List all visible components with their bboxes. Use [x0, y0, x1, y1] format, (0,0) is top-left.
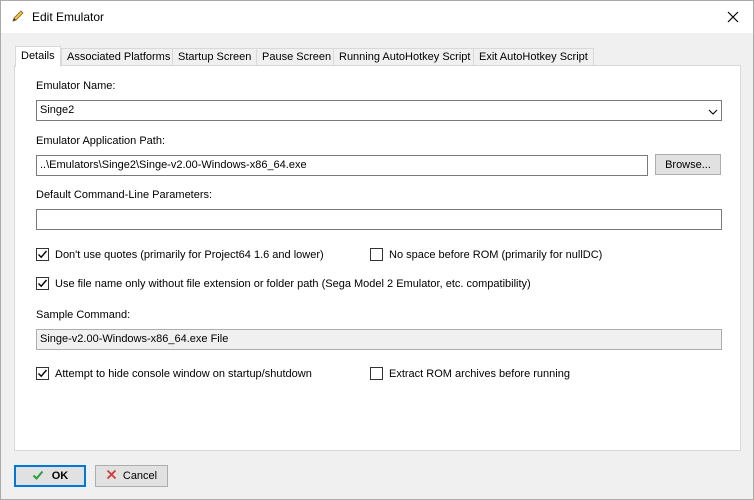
- tab-exit-autohotkey-script[interactable]: Exit AutoHotkey Script: [473, 48, 594, 66]
- checkmark-icon: [32, 469, 44, 484]
- title-bar[interactable]: Edit Emulator: [1, 1, 753, 33]
- tab-associated-platforms[interactable]: Associated Platforms: [61, 48, 177, 66]
- red-x-icon: [106, 469, 117, 483]
- extract-rom-checkbox[interactable]: Extract ROM archives before running: [370, 367, 570, 380]
- checkbox-box[interactable]: [36, 367, 49, 380]
- details-panel: Emulator Name: Singe2 Emulator Applicati…: [14, 65, 741, 451]
- checkbox-box[interactable]: [370, 248, 383, 261]
- pencil-icon: [11, 9, 25, 23]
- app-path-value: ..\Emulators\Singe2\Singe-v2.00-Windows-…: [40, 159, 307, 171]
- cancel-label: Cancel: [122, 470, 158, 482]
- sample-command-label: Sample Command:: [36, 309, 131, 321]
- tab-running-autohotkey-script[interactable]: Running AutoHotkey Script: [333, 48, 477, 66]
- edit-emulator-dialog: Edit Emulator Details Associated Platfor…: [0, 0, 754, 500]
- browse-button[interactable]: Browse...: [655, 154, 721, 175]
- window-title: Edit Emulator: [32, 10, 105, 24]
- cancel-button[interactable]: Cancel: [95, 465, 168, 487]
- emulator-name-value: Singe2: [40, 104, 75, 116]
- checkbox-box[interactable]: [36, 277, 49, 290]
- filename-only-checkbox[interactable]: Use file name only without file extensio…: [36, 277, 531, 290]
- params-label: Default Command-Line Parameters:: [36, 189, 213, 201]
- hide-console-label: Attempt to hide console window on startu…: [55, 367, 312, 380]
- emulator-name-label: Emulator Name:: [36, 80, 116, 92]
- no-space-checkbox[interactable]: No space before ROM (primarily for nullD…: [370, 248, 602, 261]
- checkbox-box[interactable]: [370, 367, 383, 380]
- extract-rom-label: Extract ROM archives before running: [389, 367, 570, 380]
- close-icon[interactable]: [713, 1, 753, 33]
- ok-label: OK: [51, 470, 69, 482]
- app-path-input[interactable]: ..\Emulators\Singe2\Singe-v2.00-Windows-…: [36, 155, 648, 176]
- no-space-label: No space before ROM (primarily for nullD…: [389, 248, 603, 261]
- filename-only-label: Use file name only without file extensio…: [55, 277, 531, 290]
- ok-button[interactable]: OK: [14, 465, 86, 487]
- checkbox-box[interactable]: [36, 248, 49, 261]
- chevron-down-icon[interactable]: [708, 105, 718, 115]
- tab-details[interactable]: Details: [15, 46, 61, 67]
- tab-pause-screen[interactable]: Pause Screen: [256, 48, 338, 66]
- no-quotes-label: Don't use quotes (primarily for Project6…: [55, 248, 324, 261]
- tab-startup-screen[interactable]: Startup Screen: [172, 48, 258, 66]
- hide-console-checkbox[interactable]: Attempt to hide console window on startu…: [36, 367, 312, 380]
- params-input[interactable]: [36, 209, 722, 230]
- no-quotes-checkbox[interactable]: Don't use quotes (primarily for Project6…: [36, 248, 324, 261]
- sample-command-value: Singe-v2.00-Windows-x86_64.exe File: [40, 333, 229, 345]
- sample-command-field[interactable]: Singe-v2.00-Windows-x86_64.exe File: [36, 329, 722, 350]
- app-path-label: Emulator Application Path:: [36, 135, 166, 147]
- emulator-name-combobox[interactable]: Singe2: [36, 100, 722, 121]
